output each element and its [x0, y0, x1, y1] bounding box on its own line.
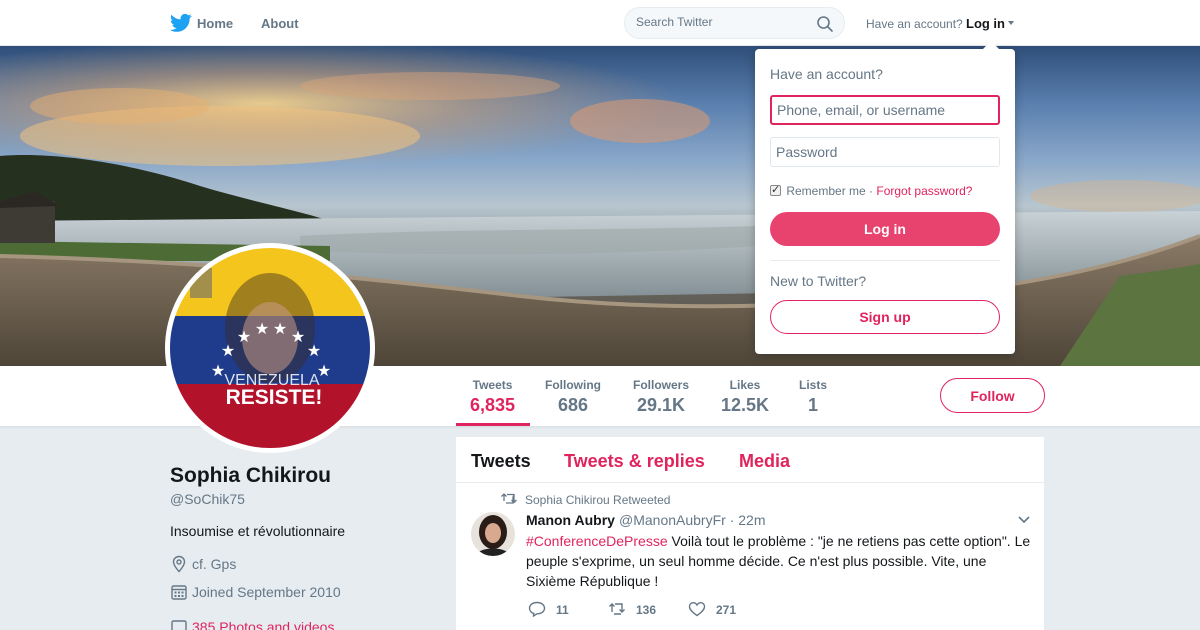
stat-label: Tweets	[472, 378, 513, 392]
svg-text:★: ★	[307, 341, 321, 360]
avatar-text-resiste: RESISTE!	[226, 386, 323, 409]
retweet-icon	[501, 493, 517, 504]
remember-row: Remember me · Forgot password?	[770, 183, 972, 198]
profile-handle[interactable]: @SoChik75	[170, 491, 245, 507]
tweet-author-handle-time[interactable]: @ManonAubryFr · 22m	[619, 512, 765, 528]
retweet-context[interactable]: Sophia Chikirou Retweeted	[525, 493, 670, 507]
joined-text: Joined September 2010	[192, 584, 341, 600]
image-icon	[171, 620, 187, 630]
profile-name[interactable]: Sophia Chikirou	[170, 464, 331, 488]
search-box	[624, 7, 845, 39]
calendar-icon	[171, 585, 187, 600]
active-stat-underline	[456, 423, 530, 426]
top-navigation-bar: Home About Have an account? Log in	[0, 0, 1200, 46]
svg-text:★: ★	[291, 327, 305, 346]
have-account-text: Have an account?	[866, 17, 963, 31]
tab-tweets-replies[interactable]: Tweets & replies	[564, 451, 705, 472]
retweet-icon[interactable]	[608, 601, 626, 617]
login-dropdown-toggle[interactable]: Log in	[966, 16, 1005, 31]
separator-dot: ·	[865, 184, 877, 198]
stat-label: Lists	[799, 378, 828, 392]
stat-value: 686	[557, 395, 589, 415]
svg-text:★: ★	[273, 319, 287, 338]
profile-bio: Insoumise et révolutionnaire	[170, 523, 346, 539]
stat-label: Following	[545, 378, 601, 392]
stat-following[interactable]: Following 686	[545, 378, 601, 416]
stat-followers[interactable]: Followers 29.1K	[633, 378, 689, 416]
remember-me-checkbox[interactable]	[770, 183, 781, 196]
dropdown-divider	[770, 260, 1000, 261]
svg-text:★: ★	[255, 319, 269, 338]
stat-lists[interactable]: Lists 1	[799, 378, 827, 416]
tab-tweets[interactable]: Tweets	[471, 451, 531, 472]
tab-media[interactable]: Media	[739, 451, 790, 472]
remember-me-label[interactable]: Remember me	[786, 184, 865, 198]
location-text: cf. Gps	[192, 556, 237, 572]
follow-button[interactable]: Follow	[940, 378, 1045, 413]
like-count: 271	[716, 603, 737, 617]
login-button[interactable]: Log in	[770, 212, 1000, 246]
svg-text:★: ★	[221, 341, 235, 360]
svg-text:★: ★	[211, 361, 225, 380]
timeline-tabs: Tweets Tweets & replies Media	[456, 437, 1044, 483]
username-field[interactable]	[770, 95, 1000, 125]
stat-label: Likes	[729, 378, 761, 392]
location-pin-icon	[172, 555, 186, 573]
dropdown-title: Have an account?	[770, 66, 883, 82]
tweet-author-name[interactable]: Manon Aubry	[526, 512, 615, 528]
search-icon[interactable]	[816, 15, 834, 33]
tweet-author-avatar[interactable]	[471, 512, 515, 556]
tweet-hashtag[interactable]: #ConferenceDePresse	[526, 533, 668, 549]
search-input[interactable]	[636, 15, 806, 29]
twitter-bird-icon[interactable]	[170, 13, 192, 33]
reply-icon[interactable]	[528, 601, 546, 617]
timeline: Tweets Tweets & replies Media Sophia Chi…	[456, 437, 1044, 630]
stat-likes[interactable]: Likes 12.5K	[721, 378, 769, 416]
new-to-twitter-text: New to Twitter?	[770, 273, 867, 289]
signup-button[interactable]: Sign up	[770, 300, 1000, 334]
stat-value: 12.5K	[721, 395, 770, 415]
password-field[interactable]	[770, 137, 1000, 167]
media-link-text[interactable]: 385 Photos and videos	[192, 619, 334, 630]
avatar[interactable]: ★ ★ ★ ★ ★ ★ ★ ★ VENEZUELA RESISTE!	[165, 243, 375, 453]
retweet-count: 136	[636, 603, 657, 617]
caret-down-icon[interactable]	[1008, 21, 1014, 25]
heart-icon[interactable]	[688, 601, 706, 617]
login-dropdown: Have an account? Remember me · Forgot pa…	[755, 41, 1015, 354]
svg-text:★: ★	[237, 327, 251, 346]
stat-value: 6,835	[470, 395, 516, 415]
tweet-text: #ConferenceDePresse Voilà tout le problè…	[526, 531, 1036, 591]
nav-about-link[interactable]: About	[261, 16, 299, 31]
stat-value: 29.1K	[636, 395, 686, 415]
stat-value: 1	[808, 395, 819, 415]
forgot-password-link[interactable]: Forgot password?	[876, 184, 972, 198]
stat-tweets[interactable]: Tweets 6,835	[470, 378, 515, 416]
reply-count: 11	[556, 603, 569, 617]
stat-label: Followers	[633, 378, 690, 392]
chevron-down-icon[interactable]	[1017, 515, 1031, 525]
nav-home-link[interactable]: Home	[197, 16, 233, 31]
